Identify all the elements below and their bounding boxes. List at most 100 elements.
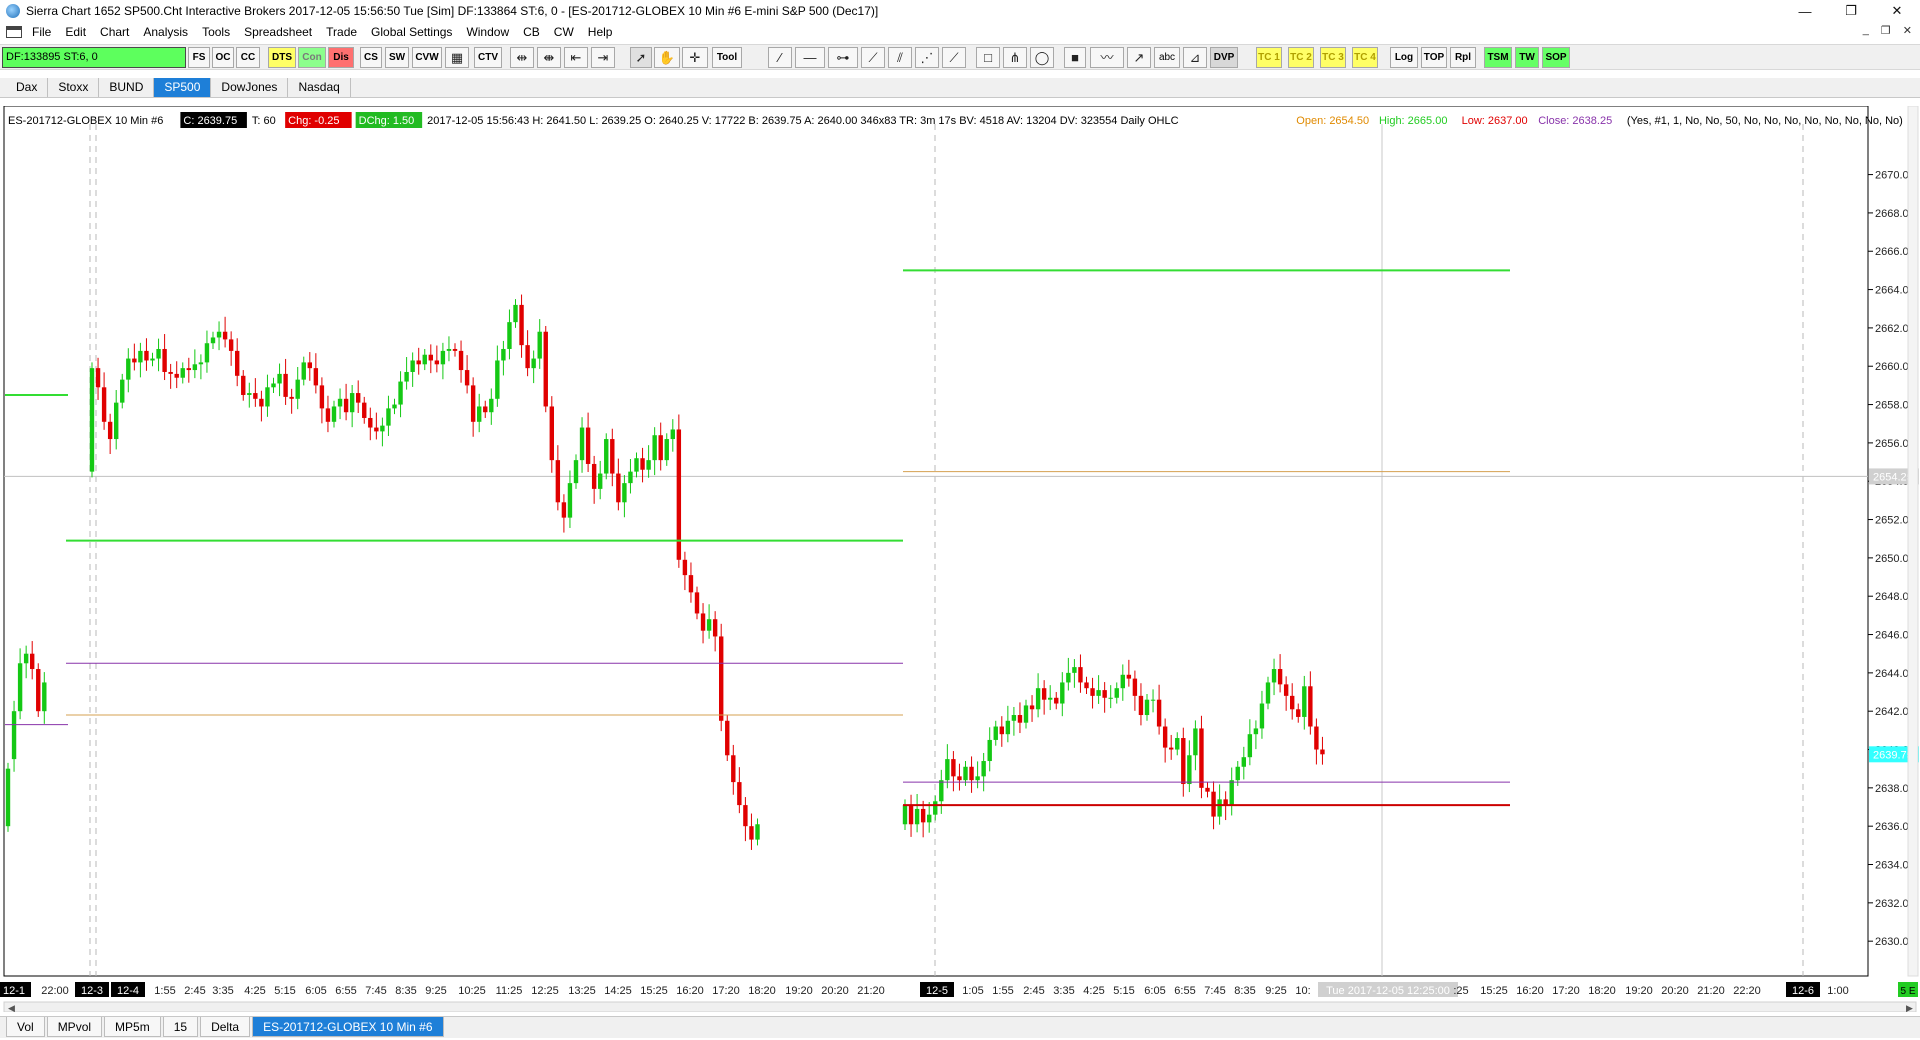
menu-cw[interactable]: CW (554, 25, 574, 39)
close-button[interactable]: ✕ (1874, 0, 1920, 22)
tc3-button[interactable]: TC 3 (1320, 47, 1346, 68)
connect-button[interactable]: Con (298, 47, 326, 68)
ruler-icon[interactable]: ⊿ (1183, 47, 1207, 68)
study-inputs-label: (Yes, #1, 1, No, No, 50, No, No, No, No,… (1627, 115, 1903, 127)
line-icon[interactable]: ⟋ (942, 47, 966, 68)
dvp-button[interactable]: DVP (1210, 47, 1238, 68)
tab-15[interactable]: 15 (162, 1017, 199, 1037)
cc-button[interactable]: CC (236, 47, 260, 68)
tw-button[interactable]: TW (1515, 47, 1539, 68)
menu-chart[interactable]: Chart (100, 25, 129, 39)
chart-region[interactable]: ES-201712-GLOBEX 10 Min #6 C: 2639.75 T: 6… (0, 106, 1920, 1012)
tab-es-10min[interactable]: ES-201712-GLOBEX 10 Min #6 (252, 1017, 444, 1037)
candle-body-126 (951, 759, 956, 777)
menu-edit[interactable]: Edit (65, 25, 86, 39)
candle-body-25 (198, 362, 204, 365)
candlestick-chart[interactable]: ES-201712-GLOBEX 10 Min #6 C: 2639.75 T: 6… (0, 106, 1920, 1012)
daily-low-label: Low: 2637.00 (1462, 115, 1528, 127)
candle-body-54 (374, 427, 379, 432)
pitchfork-icon[interactable]: ⋔ (1003, 47, 1027, 68)
candle-body-66 (446, 348, 452, 351)
scroll-left-icon[interactable]: ⇤ (564, 47, 588, 68)
hline-icon[interactable]: — (795, 47, 825, 68)
wave-icon[interactable]: 〰 (1090, 47, 1124, 68)
fs-button[interactable]: FS (188, 47, 210, 68)
hand-icon[interactable]: ✋ (654, 47, 680, 68)
tab-mp5m[interactable]: MP5m (104, 1017, 161, 1037)
log-button[interactable]: Log (1390, 47, 1418, 68)
tab-vol[interactable]: Vol (6, 1017, 45, 1037)
menu-spreadsheet[interactable]: Spreadsheet (244, 25, 312, 39)
candle-body-83 (549, 406, 554, 461)
candle-body-10 (107, 421, 113, 440)
menu-global-settings[interactable]: Global Settings (371, 25, 452, 39)
top-button[interactable]: TOP (1421, 47, 1447, 68)
menu-cb[interactable]: CB (523, 25, 540, 39)
square-icon[interactable]: ■ (1064, 47, 1086, 68)
document-menu-icon[interactable] (6, 26, 22, 38)
tab-bund[interactable]: BUND (99, 78, 155, 97)
zoom-out-icon[interactable]: ⇼ (537, 47, 561, 68)
maximize-button[interactable]: ❐ (1828, 0, 1874, 22)
trend-icon[interactable]: ⟋ (861, 47, 885, 68)
x-label-25: 21:20 (857, 985, 885, 997)
mdi-minimize-button[interactable]: _ (1863, 24, 1869, 37)
menu-analysis[interactable]: Analysis (143, 25, 188, 39)
extend-line-icon[interactable]: ⊶ (828, 47, 858, 68)
text-button[interactable]: abc (1154, 47, 1180, 68)
candle-body-113 (731, 755, 736, 783)
candle-body-21 (174, 373, 179, 378)
candle-body-32 (241, 375, 246, 395)
menu-help[interactable]: Help (588, 25, 613, 39)
cs-button[interactable]: CS (360, 47, 382, 68)
fib-icon[interactable]: ⋰ (915, 47, 939, 68)
menu-trade[interactable]: Trade (326, 25, 357, 39)
tsm-button[interactable]: TSM (1484, 47, 1512, 68)
menu-file[interactable]: File (32, 25, 51, 39)
mdi-close-button[interactable]: ✕ (1903, 24, 1912, 37)
x-label-26: 12-5 (926, 985, 948, 997)
tab-mpvol[interactable]: MPvol (46, 1017, 103, 1037)
tc2-button[interactable]: TC 2 (1288, 47, 1314, 68)
candle-body-182 (1290, 695, 1295, 710)
tab-dax[interactable]: Dax (6, 78, 49, 97)
candle-body-155 (1126, 674, 1132, 679)
menu-tools[interactable]: Tools (202, 25, 230, 39)
arrow-icon[interactable]: ↗ (1127, 47, 1151, 68)
disconnect-button[interactable]: Dis (328, 47, 354, 68)
menu-window[interactable]: Window (466, 25, 509, 39)
sw-button[interactable]: SW (385, 47, 409, 68)
tab-nasdaq[interactable]: Nasdaq (288, 78, 351, 97)
data-feed-status[interactable]: DF:133895 ST:6, 0 (2, 47, 186, 68)
minimize-button[interactable]: — (1782, 0, 1828, 22)
replay-button[interactable]: Rpl (1450, 47, 1476, 68)
tab-dowjones[interactable]: DowJones (211, 78, 289, 97)
candle-body-47 (331, 406, 337, 422)
ray-icon[interactable]: ⁄ (768, 47, 792, 68)
ctv-button[interactable]: CTV (474, 47, 502, 68)
table-icon[interactable]: ▦ (445, 47, 469, 68)
oc-button[interactable]: OC (212, 47, 234, 68)
channel-icon[interactable]: ⫽ (888, 47, 912, 68)
x-label-29: 2:45 (1023, 985, 1044, 997)
x-label-16: 12:25 (531, 985, 559, 997)
candle-body-108 (700, 613, 706, 631)
daily-high-label: High: 2665.00 (1379, 115, 1448, 127)
cvw-button[interactable]: CVW (412, 47, 442, 68)
ellipse-icon[interactable]: ◯ (1030, 47, 1054, 68)
sop-button[interactable]: SOP (1542, 47, 1570, 68)
dts-button[interactable]: DTS (268, 47, 296, 68)
tc4-button[interactable]: TC 4 (1352, 47, 1378, 68)
crosshair-icon[interactable]: ✛ (682, 47, 708, 68)
pointer-icon[interactable]: ➚ (630, 47, 652, 68)
tc1-button[interactable]: TC 1 (1256, 47, 1282, 68)
tab-stoxx[interactable]: Stoxx (48, 78, 100, 97)
tool-button[interactable]: Tool (712, 47, 742, 68)
tab-delta[interactable]: Delta (200, 1017, 251, 1037)
mdi-restore-button[interactable]: ❐ (1881, 24, 1891, 37)
scroll-right-icon[interactable]: ⇥ (591, 47, 615, 68)
rectangle-icon[interactable]: □ (976, 47, 1000, 68)
close-badge: C: 2639.75 (183, 115, 237, 127)
tab-sp500[interactable]: SP500 (154, 78, 212, 97)
zoom-in-icon[interactable]: ⇹ (510, 47, 534, 68)
